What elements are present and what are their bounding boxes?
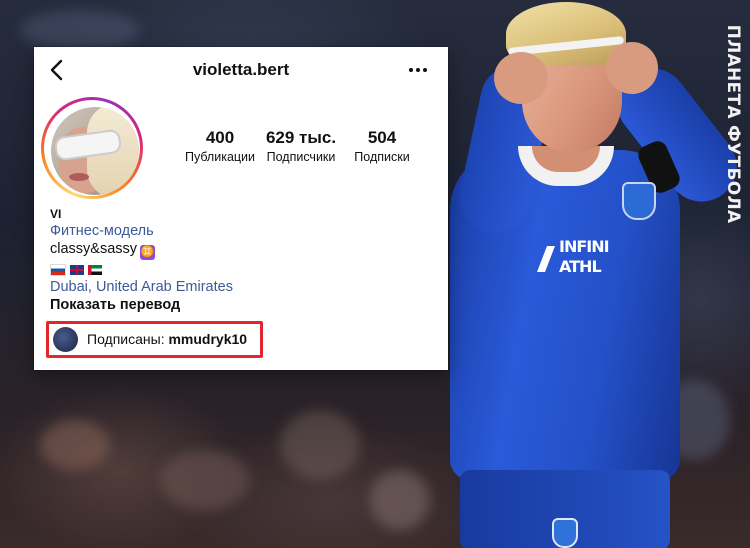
football-player: INFINI ATHL <box>430 0 750 548</box>
show-translation-button[interactable]: Показать перевод <box>50 296 440 314</box>
profile-username: violetta.bert <box>192 60 290 79</box>
profile-bio: VI Фитнес-модель classy&sassy ♊ Dubai, Un… <box>50 204 440 314</box>
stat-value: 629 тыс. <box>265 128 337 147</box>
watermark-text: ПЛАНЕТА ФУТБОЛА <box>723 24 743 224</box>
stat-followers[interactable]: 629 тыс. Подписчики <box>260 128 342 166</box>
player-left-hand <box>494 52 548 104</box>
crowd-blur <box>160 450 250 510</box>
bio-flags <box>50 260 440 278</box>
svg-text:INFINI: INFINI <box>559 237 609 256</box>
stat-label: Публикации <box>184 150 256 164</box>
followed-by-highlight[interactable]: Подписаны: mmudryk10 <box>46 321 263 358</box>
follower-avatar <box>53 327 78 352</box>
russia-flag-icon <box>50 263 66 276</box>
svg-text:ATHL: ATHL <box>559 257 601 276</box>
stat-label: Подписчики <box>266 150 336 164</box>
bio-category: Фитнес-модель <box>50 223 154 239</box>
profile-header: violetta.bert <box>34 47 448 93</box>
jersey-sponsor-logo: INFINI ATHL <box>535 232 659 284</box>
bio-tagline-row: classy&sassy ♊ <box>50 240 440 260</box>
more-horizontal-icon[interactable] <box>406 58 430 82</box>
player-right-hand <box>606 42 658 94</box>
stat-value: 504 <box>367 128 397 147</box>
bio-name: VI <box>50 207 62 221</box>
watermark: ПЛАНЕТА ФУТБОЛА <box>718 24 748 224</box>
crowd-blur <box>40 420 110 470</box>
stat-value: 400 <box>205 128 235 147</box>
gemini-zodiac-icon: ♊ <box>140 245 156 260</box>
instagram-profile-card: violetta.bert 400 Публикации 629 тыс. По… <box>34 47 448 370</box>
bio-location-link[interactable]: Dubai, United Arab Emirates <box>50 278 440 296</box>
stat-following[interactable]: 504 Подписки <box>341 128 423 166</box>
uae-flag-icon <box>88 264 102 275</box>
shorts-crest-icon <box>552 518 578 548</box>
crowd-blur <box>370 470 430 530</box>
club-crest-icon <box>622 182 656 220</box>
followed-by-prefix: Подписаны: <box>87 331 165 347</box>
followed-by-text: Подписаны: mmudryk10 <box>87 331 247 347</box>
stat-posts[interactable]: 400 Публикации <box>179 128 261 166</box>
crowd-blur <box>280 410 360 480</box>
bio-tagline: classy&sassy <box>50 241 138 257</box>
stat-label: Подписки <box>354 150 410 164</box>
crowd-blur <box>20 10 140 50</box>
profile-avatar <box>51 107 139 195</box>
uk-flag-icon <box>70 264 84 275</box>
avatar-lips <box>69 173 89 181</box>
followed-by-account[interactable]: mmudryk10 <box>168 331 247 347</box>
story-ring-gap <box>44 100 140 196</box>
story-ring[interactable] <box>41 97 143 199</box>
